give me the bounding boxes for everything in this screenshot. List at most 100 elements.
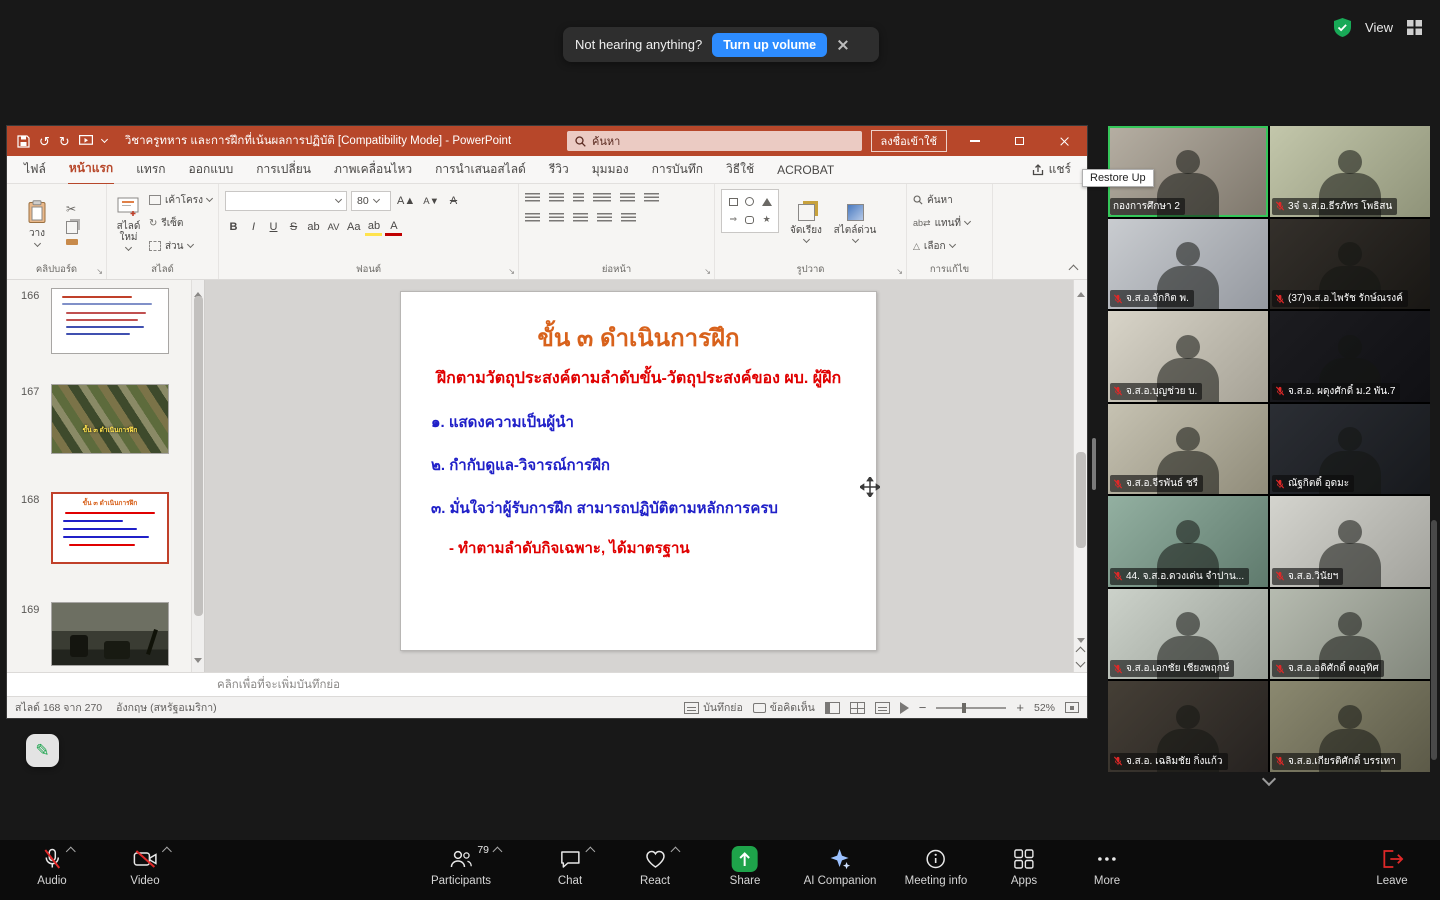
paragraph-dialog-launcher[interactable]: ↘	[704, 267, 711, 276]
slide-thumbnail[interactable]: ขั้น ๓ ดำเนินการฝึก	[51, 384, 169, 454]
panel-resize-handle[interactable]	[1092, 438, 1096, 490]
reset-button[interactable]: ↻รีเซ็ต	[149, 214, 212, 232]
comments-toggle[interactable]: ข้อคิดเห็น	[753, 699, 815, 716]
qat-customize-icon[interactable]	[101, 136, 108, 143]
minimize-button[interactable]	[952, 126, 997, 156]
collapse-gallery-button[interactable]	[1238, 770, 1300, 792]
copy-icon[interactable]	[66, 221, 78, 234]
security-shield-icon[interactable]	[1334, 18, 1351, 37]
highlight-color-button[interactable]: ab	[365, 218, 382, 236]
tab-view[interactable]: มุมมอง	[591, 155, 630, 184]
participants-button[interactable]: 79 Participants	[431, 846, 491, 887]
format-painter-icon[interactable]	[66, 239, 78, 245]
underline-button[interactable]: U	[265, 218, 282, 236]
font-size-combo[interactable]: 80	[351, 191, 391, 211]
notes-toggle[interactable]: บันทึกย่อ	[684, 699, 743, 716]
meeting-info-button[interactable]: Meeting info	[905, 846, 968, 887]
zoom-out-button[interactable]: −	[919, 700, 927, 715]
decrease-indent-icon[interactable]	[573, 193, 584, 204]
more-button[interactable]: More	[1094, 846, 1120, 887]
participant-tile[interactable]: ณัฐกิตติ์ อุดมะ	[1270, 404, 1430, 495]
font-name-combo[interactable]	[225, 191, 347, 211]
participant-tile[interactable]: จ.ส.อ. เฉลิมชัย กิ่งแก้ว	[1108, 681, 1268, 772]
font-color-button[interactable]: A	[385, 218, 402, 236]
cut-icon[interactable]: ✂	[66, 202, 78, 216]
align-right-icon[interactable]	[573, 213, 588, 224]
shapes-gallery[interactable]: ⇒★	[721, 189, 779, 233]
participant-tile[interactable]: จ.ส.อ.จักกิต พ.	[1108, 219, 1268, 310]
tab-transitions[interactable]: การเปลี่ยน	[255, 155, 312, 184]
maximize-button[interactable]	[997, 126, 1042, 156]
quick-styles-button[interactable]: สไตล์ด่วน	[833, 189, 877, 257]
replace-button[interactable]: ab⇄แทนที่	[913, 214, 970, 232]
zoom-in-button[interactable]: +	[1016, 700, 1024, 715]
participant-tile[interactable]: 44. จ.ส.อ.ดวงเด่น จำปาน...	[1108, 496, 1268, 587]
react-options-caret[interactable]	[670, 847, 680, 857]
thumbnail-scrollbar[interactable]	[191, 280, 204, 672]
fit-to-window-icon[interactable]	[1065, 702, 1079, 713]
strikethrough-button[interactable]: S	[285, 218, 302, 236]
drawing-dialog-launcher[interactable]: ↘	[896, 267, 903, 276]
bold-button[interactable]: B	[225, 218, 242, 236]
justify-icon[interactable]	[597, 213, 612, 224]
text-shadow-button[interactable]: ab	[305, 218, 322, 236]
reading-view-button[interactable]	[875, 702, 890, 714]
participant-tile[interactable]: จ.ส.อ.เกียรติศักดิ์ บรรเทา	[1270, 681, 1430, 772]
find-button[interactable]: ค้นหา	[913, 191, 970, 209]
tab-recording[interactable]: การบันทึก	[651, 155, 704, 184]
notes-pane[interactable]: คลิกเพื่อที่จะเพิ่มบันทึกย่อ	[7, 672, 1087, 696]
slideshow-icon[interactable]	[79, 135, 93, 147]
view-label[interactable]: View	[1365, 20, 1393, 35]
clipboard-dialog-launcher[interactable]: ↘	[96, 267, 103, 276]
chat-button[interactable]: Chat	[558, 846, 582, 887]
layout-button[interactable]: เค้าโครง	[149, 191, 212, 209]
participants-options-caret[interactable]	[493, 847, 503, 857]
grow-font-button[interactable]: A▲	[395, 192, 417, 210]
tab-acrobat[interactable]: ACROBAT	[776, 158, 835, 182]
bullets-icon[interactable]	[525, 193, 540, 204]
chat-options-caret[interactable]	[585, 847, 595, 857]
arrange-button[interactable]: จัดเรียง	[784, 189, 828, 257]
ai-companion-button[interactable]: AI Companion	[804, 846, 877, 887]
participant-tile[interactable]: จ.ส.อ.บุญช่วย บ.	[1108, 311, 1268, 402]
collapse-ribbon-icon[interactable]	[1069, 265, 1079, 275]
gallery-scrollbar[interactable]	[1431, 520, 1437, 760]
slide-sorter-view-button[interactable]	[850, 702, 865, 714]
close-window-button[interactable]	[1042, 126, 1087, 156]
zoom-slider[interactable]	[936, 707, 1006, 709]
tab-slideshow[interactable]: การนำเสนอสไลด์	[434, 155, 527, 184]
view-grid-icon[interactable]	[1407, 20, 1422, 35]
select-button[interactable]: △เลือก	[913, 237, 970, 255]
align-left-icon[interactable]	[525, 213, 540, 224]
slide-scrollbar[interactable]	[1073, 280, 1087, 672]
tab-home[interactable]: หน้าแรก	[68, 154, 114, 185]
participant-tile[interactable]: จ.ส.อ.จีรพันธ์ ชรี	[1108, 404, 1268, 495]
section-button[interactable]: ส่วน	[149, 237, 212, 255]
tab-design[interactable]: ออกแบบ	[188, 155, 235, 184]
close-icon[interactable]	[837, 39, 849, 51]
tab-animations[interactable]: ภาพเคลื่อนไหว	[333, 155, 413, 184]
tab-insert[interactable]: แทรก	[135, 155, 166, 184]
font-dialog-launcher[interactable]: ↘	[508, 267, 515, 276]
language-indicator[interactable]: อังกฤษ (สหรัฐอเมริกา)	[116, 699, 216, 716]
columns-icon[interactable]	[621, 213, 636, 224]
normal-view-button[interactable]	[825, 702, 840, 714]
share-button[interactable]: Share	[730, 846, 761, 887]
italic-button[interactable]: I	[245, 218, 262, 236]
tab-file[interactable]: ไฟล์	[23, 155, 47, 184]
slide-thumbnail[interactable]	[51, 602, 169, 666]
slide-thumbnail-selected[interactable]: ขั้น ๓ ดำเนินการฝึก	[51, 492, 169, 564]
audio-button[interactable]: Audio	[37, 846, 66, 887]
shrink-font-button[interactable]: A▼	[421, 192, 441, 210]
redo-icon[interactable]: ↻	[59, 135, 70, 148]
change-case-button[interactable]: Aa	[345, 218, 362, 236]
clear-formatting-button[interactable]: A	[445, 192, 462, 210]
ppt-share-button[interactable]: แชร์	[1032, 160, 1071, 179]
tab-review[interactable]: รีวิว	[548, 155, 570, 184]
annotate-button[interactable]: ✎	[26, 734, 59, 767]
turn-up-volume-button[interactable]: Turn up volume	[712, 33, 827, 57]
new-slide-button[interactable]: สไลด์ใหม่	[113, 189, 144, 257]
zoom-percentage[interactable]: 52%	[1034, 702, 1055, 714]
slide[interactable]: ขั้น ๓ ดำเนินการฝึก ฝึกตามวัตถุประสงค์ตา…	[400, 291, 877, 651]
paste-button[interactable]: วาง	[13, 189, 61, 257]
